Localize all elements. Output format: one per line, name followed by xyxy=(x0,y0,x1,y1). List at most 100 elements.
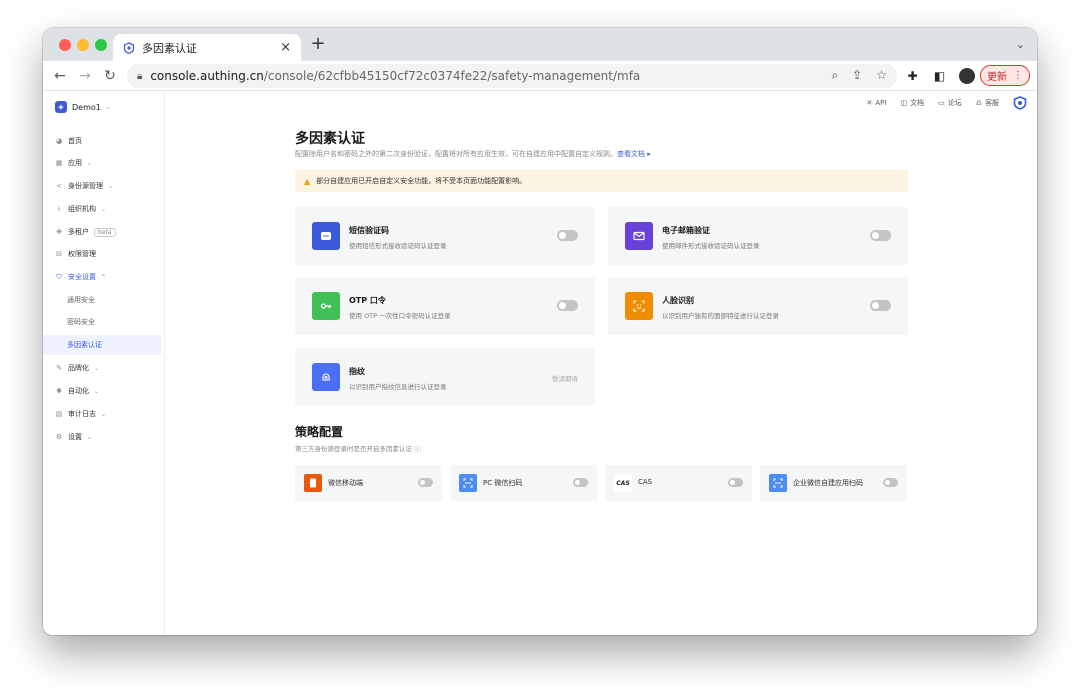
view-docs-link[interactable]: 查看文档 ▸ xyxy=(617,150,651,158)
policy-item-cas: CAS CAS xyxy=(605,465,752,501)
address-bar[interactable]: 🔒︎ console.authing.cn /console/62cfbb451… xyxy=(127,64,897,88)
forward-button[interactable]: → xyxy=(76,67,94,85)
sidebar-item-organization[interactable]: ᚼ 组织机构 ⌄ xyxy=(43,199,161,219)
mfa-card-fingerprint: 指纹 以识别用户指纹信息进行认证登录 敬请期待 xyxy=(295,348,595,406)
email-toggle[interactable] xyxy=(870,230,891,241)
sidebar-item-label: 通用安全 xyxy=(67,296,95,304)
policy-item-label: 微信移动端 xyxy=(328,479,363,487)
tab-bar: 多因素认证 × + ⌄ xyxy=(43,28,1037,61)
sidebar: ◈ Demo1 ⌄ ◕ 首页 ▦ 应用 ⌄ < 身份源管理 ⌄ ᚼ 组织机构 ⌄… xyxy=(43,91,165,635)
org-logo-icon: ◈ xyxy=(55,101,67,113)
sidebar-item-label: 安全设置 xyxy=(68,273,96,281)
authing-shield-icon[interactable] xyxy=(1013,96,1027,110)
reload-button[interactable]: ↻ xyxy=(101,67,119,85)
log-icon: ▤ xyxy=(55,410,63,418)
update-button[interactable]: 更新 ⋮ xyxy=(980,65,1030,86)
page-description: 配置除用户名和密码之外的第二次身份验证，配置将对所有应用生效，可在自建应用中配置… xyxy=(295,149,651,159)
book-icon: ◫ xyxy=(900,99,908,107)
support-label: 客服 xyxy=(985,99,999,107)
sidebar-item-permissions[interactable]: ⊟ 权限管理 xyxy=(43,244,161,264)
chevron-down-icon: ⌄ xyxy=(87,433,93,441)
sidebar-item-home[interactable]: ◕ 首页 xyxy=(43,131,161,151)
tab-search-icon[interactable]: ⌄ xyxy=(1016,38,1025,51)
scan-icon xyxy=(769,474,787,492)
back-button[interactable]: ← xyxy=(51,67,69,85)
policy-item-wechat-mobile: 微信移动端 xyxy=(295,465,442,501)
card-description: 使用 OTP 一次性口令密码认证登录 xyxy=(349,312,451,320)
support-link[interactable]: ♎ 客服 xyxy=(976,98,999,108)
sidebar-item-label: 审计日志 xyxy=(68,410,96,418)
sidebar-item-label: 权限管理 xyxy=(68,250,96,258)
card-title: 短信验证码 xyxy=(349,226,389,235)
share-icon[interactable]: ⇪ xyxy=(852,68,862,83)
docs-link[interactable]: ◫ 文档 xyxy=(900,98,924,108)
fingerprint-icon xyxy=(312,363,340,391)
chevron-down-icon: ⌄ xyxy=(108,182,114,190)
maximize-window-button[interactable] xyxy=(95,39,107,51)
card-description: 以识别用户独有的面部特征进行认证登录 xyxy=(662,312,779,320)
email-icon xyxy=(625,222,653,250)
headset-icon: ♎ xyxy=(975,99,982,107)
tab-title: 多因素认证 xyxy=(142,41,197,55)
sidebar-item-settings[interactable]: ⚙ 设置 ⌄ xyxy=(43,427,161,447)
api-icon: ✕ xyxy=(866,99,873,107)
share-icon: < xyxy=(56,182,62,190)
mfa-card-sms: 短信验证码 使用短信形式接收验证码认证登录 xyxy=(295,207,595,265)
face-toggle[interactable] xyxy=(870,300,891,311)
minimize-window-button[interactable] xyxy=(77,39,89,51)
bookmark-star-icon[interactable]: ☆ xyxy=(876,68,887,83)
sidebar-item-general-security[interactable]: 通用安全 xyxy=(43,290,161,310)
chevron-down-icon: ⌄ xyxy=(101,410,107,418)
key-icon xyxy=(312,292,340,320)
warning-alert: ▲ 部分自建应用已开启自定义安全功能，将不受本页面功能配置影响。 xyxy=(295,170,908,192)
sidebar-item-audit-log[interactable]: ▤ 审计日志 ⌄ xyxy=(43,404,161,424)
sidebar-item-apps[interactable]: ▦ 应用 ⌄ xyxy=(43,153,161,173)
org-name: Demo1 xyxy=(72,102,101,112)
sidebar-item-label: 应用 xyxy=(68,159,82,167)
new-tab-button[interactable]: + xyxy=(308,34,328,54)
cas-toggle[interactable] xyxy=(728,478,743,487)
sidebar-item-security[interactable]: ⛉ 安全设置 ⌃ xyxy=(43,267,161,287)
sms-toggle[interactable] xyxy=(557,230,578,241)
zoom-icon[interactable]: ⌕ xyxy=(831,68,838,83)
org-switcher[interactable]: ◈ Demo1 ⌄ xyxy=(55,101,111,113)
sidebar-item-identity-sources[interactable]: < 身份源管理 ⌄ xyxy=(43,176,161,196)
sidebar-item-password-security[interactable]: 密码安全 xyxy=(43,312,161,332)
help-icon[interactable]: ⓘ xyxy=(414,445,421,453)
card-description: 以识别用户指纹信息进行认证登录 xyxy=(349,383,447,391)
wechat-mobile-toggle[interactable] xyxy=(418,478,433,487)
wecom-scan-toggle[interactable] xyxy=(883,478,898,487)
browser-tab[interactable]: 多因素认证 × xyxy=(113,34,301,61)
lock-icon[interactable]: 🔒︎ xyxy=(137,71,142,82)
card-title: 电子邮箱验证 xyxy=(662,226,710,235)
chevron-down-icon: ⌄ xyxy=(87,159,93,167)
url-host: console.authing.cn xyxy=(150,69,264,83)
sidebar-item-multitenant[interactable]: ❋ 多租户 beta xyxy=(43,222,161,242)
chat-icon: ▭ xyxy=(938,99,945,107)
policy-item-wecom-scan: 企业微信自建应用扫码 xyxy=(760,465,907,501)
browser-window: 多因素认证 × + ⌄ ← → ↻ 🔒︎ console.authing.cn … xyxy=(43,28,1037,635)
alert-text: 部分自建应用已开启自定义安全功能，将不受本页面功能配置影响。 xyxy=(316,177,527,185)
chevron-down-icon: ⌄ xyxy=(105,103,111,111)
forum-link[interactable]: ▭ 论坛 xyxy=(938,98,962,108)
sidebar-item-automation[interactable]: ✺ 自动化 ⌄ xyxy=(43,381,161,401)
card-title: 人脸识别 xyxy=(662,296,694,305)
sidebar-item-branding[interactable]: ✎ 品牌化 ⌄ xyxy=(43,358,161,378)
extensions-icon[interactable]: ✚ xyxy=(905,69,920,84)
warning-icon: ▲ xyxy=(304,176,311,186)
close-window-button[interactable] xyxy=(59,39,71,51)
side-panel-icon[interactable]: ◧ xyxy=(932,69,947,84)
brush-icon: ✎ xyxy=(56,364,62,372)
app-area: ◈ Demo1 ⌄ ◕ 首页 ▦ 应用 ⌄ < 身份源管理 ⌄ ᚼ 组织机构 ⌄… xyxy=(43,91,1037,635)
sidebar-item-label: 首页 xyxy=(68,137,82,145)
sidebar-item-mfa[interactable]: 多因素认证 xyxy=(43,335,161,355)
profile-avatar[interactable] xyxy=(959,68,975,84)
pc-wechat-toggle[interactable] xyxy=(573,478,588,487)
api-link[interactable]: ✕ API xyxy=(867,99,887,107)
otp-toggle[interactable] xyxy=(557,300,578,311)
close-tab-icon[interactable]: × xyxy=(280,40,291,55)
sidebar-item-label: 密码安全 xyxy=(67,318,95,326)
chevron-up-icon: ⌃ xyxy=(101,273,107,281)
home-icon: ◕ xyxy=(55,137,63,145)
card-title: 指纹 xyxy=(349,367,365,376)
